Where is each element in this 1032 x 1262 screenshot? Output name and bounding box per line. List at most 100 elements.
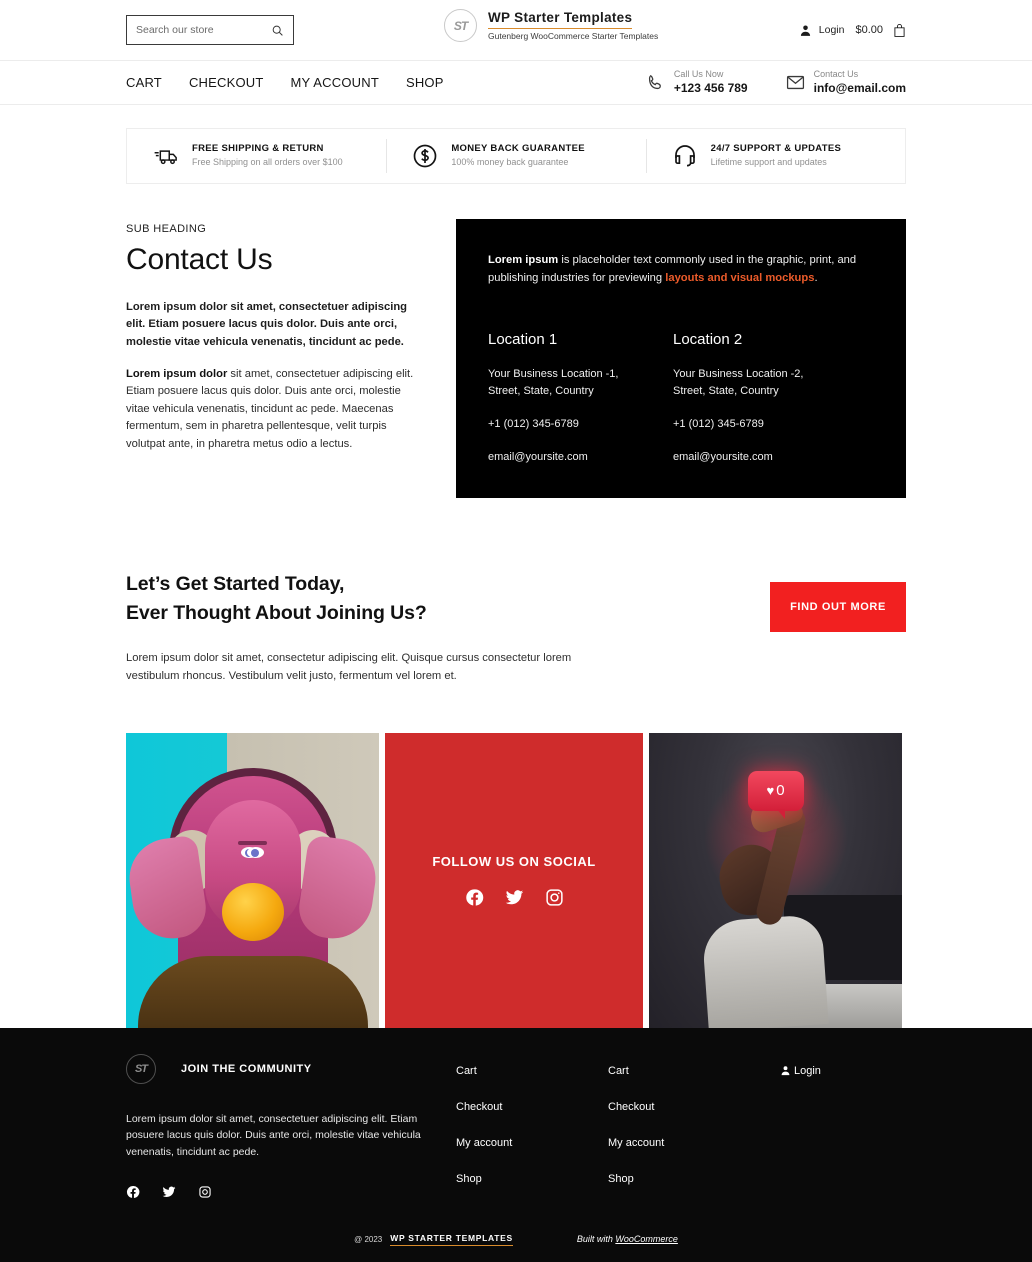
email-contact[interactable]: Contact Us info@email.com — [786, 69, 906, 95]
like-count: 0 — [776, 782, 785, 800]
feature-title: MONEY BACK GUARANTEE — [451, 142, 585, 154]
nav-contacts: Call Us Now +123 456 789 Contact Us info… — [646, 69, 906, 95]
footer-link-my-account[interactable]: My account — [608, 1137, 760, 1149]
brand-subtitle: Gutenberg WooCommerce Starter Templates — [488, 31, 659, 42]
location-phone[interactable]: +1 (012) 345-6789 — [673, 416, 858, 433]
location-email[interactable]: email@yoursite.com — [488, 449, 673, 466]
footer-links-column-a: Cart Checkout My account Shop — [456, 1054, 608, 1209]
login-link[interactable]: Login — [819, 24, 845, 36]
footer-social-icons — [126, 1185, 456, 1199]
instagram-icon[interactable] — [198, 1185, 212, 1199]
feature-title: 24/7 SUPPORT & UPDATES — [710, 142, 842, 154]
brand-logo-icon: ST — [444, 9, 477, 42]
twitter-icon[interactable] — [505, 888, 524, 907]
main-nav: CART CHECKOUT MY ACCOUNT SHOP Call Us No… — [0, 60, 1032, 105]
find-out-more-button[interactable]: FIND OUT MORE — [770, 582, 906, 633]
features-wrap: FREE SHIPPING & RETURN Free Shipping on … — [0, 105, 1032, 184]
phone-contact-text: Call Us Now +123 456 789 — [674, 69, 748, 95]
gallery-image-left[interactable] — [126, 732, 379, 1028]
email-contact-text: Contact Us info@email.com — [814, 69, 906, 95]
location-address-line2: Street, State, Country — [673, 385, 779, 398]
footer-link-cart[interactable]: Cart — [456, 1065, 608, 1077]
location-2: Location 2 Your Business Location -2, Str… — [673, 331, 858, 466]
envelope-icon — [786, 75, 804, 90]
brand-title: WP Starter Templates — [488, 11, 633, 30]
cta-copy: Let’s Get Started Today, Ever Thought Abo… — [126, 570, 750, 685]
person-icon — [781, 1066, 790, 1076]
copyright-block: @ 2023 WP STARTER TEMPLATES — [354, 1233, 513, 1246]
location-address-line2: Street, State, Country — [488, 385, 594, 398]
page-title: Contact Us — [126, 243, 273, 276]
feature-money-back-text: MONEY BACK GUARANTEE 100% money back gua… — [451, 143, 585, 169]
gallery-image-right[interactable]: ♥ 0 — [649, 732, 902, 1028]
cart-total: $0.00 — [855, 24, 883, 36]
nav-links: CART CHECKOUT MY ACCOUNT SHOP — [126, 75, 444, 90]
copyright-year: @ 2023 — [354, 1234, 383, 1244]
headset-support-icon — [674, 145, 695, 167]
feature-title: FREE SHIPPING & RETURN — [192, 142, 324, 154]
footer-link-shop[interactable]: Shop — [608, 1173, 760, 1185]
footer-login-column: Login — [760, 1054, 821, 1209]
instagram-icon[interactable] — [545, 888, 564, 907]
search-icon[interactable] — [271, 24, 284, 37]
copyright-site-name[interactable]: WP STARTER TEMPLATES — [390, 1233, 513, 1246]
feature-support: 24/7 SUPPORT & UPDATES Lifetime support … — [645, 129, 905, 183]
footer-login-link[interactable]: Login — [780, 1065, 821, 1077]
feature-subtitle: Free Shipping on all orders over $100 — [192, 157, 343, 168]
cta-heading-line1: Let’s Get Started Today, — [126, 573, 345, 596]
bubblegum-photo — [126, 732, 379, 1028]
facebook-icon[interactable] — [465, 888, 484, 907]
search-input[interactable] — [136, 24, 271, 36]
feature-subtitle: Lifetime support and updates — [710, 157, 827, 168]
woocommerce-link[interactable]: WooCommerce — [615, 1234, 678, 1244]
nav-item-checkout[interactable]: CHECKOUT — [189, 75, 264, 90]
cta-section: Let’s Get Started Today, Ever Thought Abo… — [0, 498, 1032, 685]
email-address: info@email.com — [813, 80, 906, 95]
location-email[interactable]: email@yoursite.com — [673, 449, 858, 466]
nav-item-shop[interactable]: SHOP — [406, 75, 444, 90]
contact-paragraph-2-rest: sit amet, consectetuer adipiscing elit. … — [126, 368, 414, 450]
search-box[interactable] — [126, 15, 294, 45]
cta-paragraph: Lorem ipsum dolor sit amet, consectetur … — [126, 651, 572, 683]
feature-money-back: MONEY BACK GUARANTEE 100% money back gua… — [386, 129, 645, 183]
footer-bottom: @ 2023 WP STARTER TEMPLATES Built with W… — [126, 1223, 906, 1262]
follow-us-title: FOLLOW US ON SOCIAL — [432, 853, 596, 869]
footer-about: ST JOIN THE COMMUNITY Lorem ipsum dolor … — [126, 1053, 456, 1209]
footer-join-title: JOIN THE COMMUNITY — [181, 1062, 312, 1075]
social-icons — [465, 888, 564, 907]
card-intro-bold: Lorem ipsum — [488, 254, 559, 266]
contact-paragraph-2-bold: Lorem ipsum dolor — [126, 368, 228, 381]
cta-heading: Let’s Get Started Today, Ever Thought Abo… — [126, 570, 750, 629]
contact-section: SUB HEADING Contact Us Lorem ipsum dolor… — [0, 184, 1032, 499]
built-with-prefix: Built with — [576, 1234, 616, 1245]
card-intro-accent: layouts and visual mockups — [665, 272, 815, 285]
page-root: ST WP Starter Templates Gutenberg WooCom… — [0, 0, 1032, 1262]
facebook-icon[interactable] — [126, 1185, 140, 1199]
gallery: FOLLOW US ON SOCIAL ♥ 0 — [0, 732, 1032, 1028]
features-bar: FREE SHIPPING & RETURN Free Shipping on … — [126, 128, 906, 184]
locations: Location 1 Your Business Location -1, Str… — [488, 331, 874, 466]
footer-link-shop[interactable]: Shop — [456, 1173, 608, 1185]
shopping-bag-icon[interactable] — [893, 23, 906, 38]
footer-link-cart[interactable]: Cart — [608, 1065, 760, 1077]
location-heading: Location 1 — [488, 330, 558, 348]
brand-text: WP Starter Templates Gutenberg WooCommer… — [488, 9, 658, 41]
contact-paragraph-1: Lorem ipsum dolor sit amet, consectetuer… — [126, 301, 407, 348]
location-address: Your Business Location -1, Street, State,… — [488, 366, 673, 400]
footer-link-my-account[interactable]: My account — [456, 1137, 608, 1149]
location-1: Location 1 Your Business Location -1, Str… — [488, 331, 673, 466]
nav-item-cart[interactable]: CART — [126, 75, 162, 90]
location-phone[interactable]: +1 (012) 345-6789 — [488, 416, 673, 433]
dollar-circle-icon — [413, 144, 437, 168]
footer-top: ST JOIN THE COMMUNITY Lorem ipsum dolor … — [126, 1053, 906, 1209]
like-notification-photo: ♥ 0 — [649, 732, 902, 1028]
nav-item-my-account[interactable]: MY ACCOUNT — [291, 75, 379, 90]
twitter-icon[interactable] — [162, 1185, 176, 1199]
person-icon[interactable] — [799, 24, 812, 37]
phone-label: Call Us Now — [673, 69, 724, 80]
footer-link-checkout[interactable]: Checkout — [608, 1101, 760, 1113]
footer-link-checkout[interactable]: Checkout — [456, 1101, 608, 1113]
phone-contact[interactable]: Call Us Now +123 456 789 — [646, 69, 748, 95]
brand[interactable]: ST WP Starter Templates Gutenberg WooCom… — [444, 9, 658, 42]
cta-heading-line2: Ever Thought About Joining Us? — [126, 602, 427, 625]
